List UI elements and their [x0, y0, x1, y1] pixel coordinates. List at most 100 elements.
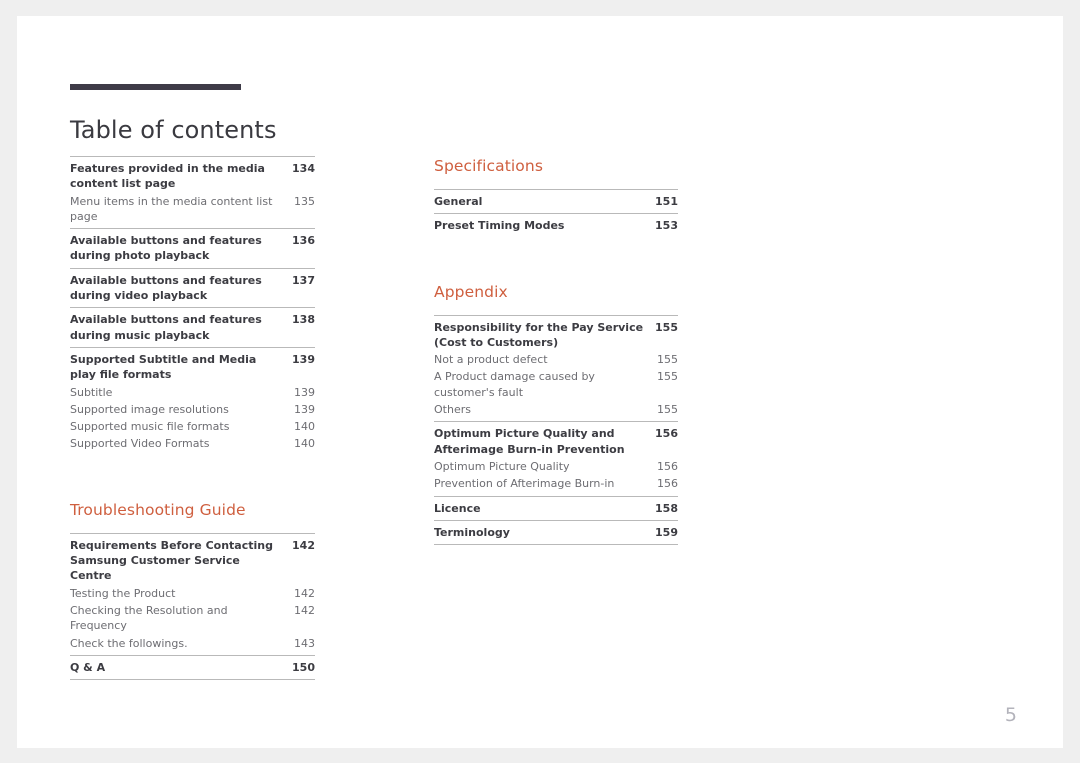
- toc-group: Features provided in the media content l…: [70, 156, 315, 228]
- toc-entry-page-number: 138: [292, 313, 315, 327]
- vertical-spacer: [434, 238, 678, 282]
- toc-entry-label: Terminology: [434, 525, 510, 539]
- toc-entry-page-number: 142: [292, 538, 315, 552]
- toc-group: Supported Subtitle and Media play file f…: [70, 346, 315, 456]
- toc-entry-label: Menu items in the media content list pag…: [70, 194, 273, 223]
- toc-entry-page-number: 156: [657, 459, 678, 473]
- toc-entry-optimum-picture-quality[interactable]: Optimum Picture Quality 156: [434, 458, 678, 475]
- toc-entry-label: Optimum Picture Quality and Afterimage B…: [434, 427, 625, 456]
- section-heading-specifications: Specifications: [434, 157, 543, 175]
- toc-entry-label: Requirements Before Contacting Samsung C…: [70, 538, 273, 583]
- toc-entry-subtitle[interactable]: Subtitle 139: [70, 384, 315, 401]
- toc-entry-label: Available buttons and features during vi…: [70, 273, 262, 303]
- toc-entry-not-a-product-defect[interactable]: Not a product defect 155: [434, 351, 678, 368]
- toc-entry-page-number: 137: [292, 273, 315, 287]
- toc-entry-general[interactable]: General 151: [434, 193, 678, 210]
- toc-entry-checking-the-resolution-and-frequency[interactable]: Checking the Resolution and Frequency 142: [70, 602, 315, 635]
- toc-entry-label: Checking the Resolution and Frequency: [70, 603, 228, 633]
- toc-entry-page-number: 140: [294, 420, 315, 434]
- page-number: 5: [1004, 704, 1017, 726]
- toc-entry-page-number: 159: [655, 525, 678, 539]
- title-rule-decoration: [70, 84, 241, 90]
- toc-entry-page-number: 155: [657, 353, 678, 367]
- toc-entry-page-number: 139: [294, 402, 315, 416]
- toc-group: Requirements Before Contacting Samsung C…: [70, 532, 315, 655]
- toc-entry-features-provided-in-the-media-content-lis[interactable]: Features provided in the media content l…: [70, 160, 315, 193]
- toc-entry-page-number: 140: [294, 437, 315, 451]
- toc-group: Terminology 159: [434, 519, 678, 546]
- toc-entry-label: Subtitle: [70, 385, 113, 399]
- toc-entry-page-number: 135: [294, 194, 315, 208]
- toc-entry-page-number: 136: [292, 234, 315, 248]
- toc-entry-prevention-of-afterimage-burn-in[interactable]: Prevention of Afterimage Burn-in 156: [434, 475, 678, 492]
- toc-entry-page-number: 134: [292, 162, 315, 175]
- document-page: Table of contents Features provided in t…: [17, 16, 1063, 748]
- heading-gap: [434, 302, 678, 315]
- toc-entry-page-number: 156: [657, 477, 678, 491]
- toc-group: Available buttons and features during vi…: [70, 267, 315, 308]
- toc-entry-menu-items-in-the-media-content-list-page[interactable]: Menu items in the media content list pag…: [70, 193, 315, 226]
- toc-entry-testing-the-product[interactable]: Testing the Product 142: [70, 585, 315, 602]
- toc-group: Licence 158: [434, 495, 678, 520]
- toc-group: Available buttons and features during ph…: [70, 228, 315, 268]
- heading-gap: [70, 520, 315, 533]
- page-title: Table of contents: [70, 116, 277, 145]
- toc-entry-available-buttons-and-features-during-phot[interactable]: Available buttons and features during ph…: [70, 232, 315, 265]
- toc-group: Preset Timing Modes 153: [434, 213, 678, 237]
- toc-entry-page-number: 155: [657, 403, 678, 417]
- heading-gap: [434, 176, 678, 189]
- toc-group: Responsibility for the Pay Service (Cost…: [434, 314, 678, 422]
- toc-entry-available-buttons-and-features-during-vide[interactable]: Available buttons and features during vi…: [70, 272, 315, 305]
- toc-group: General 151: [434, 189, 678, 213]
- toc-entry-label: Features provided in the media content l…: [70, 162, 265, 191]
- toc-entry-optimum-picture-quality-and-afterimage-bur[interactable]: Optimum Picture Quality and Afterimage B…: [434, 425, 678, 458]
- toc-entry-terminology[interactable]: Terminology 159: [434, 524, 678, 541]
- toc-entry-label: A Product damage caused by customer's fa…: [434, 370, 595, 399]
- toc-entry-label: Optimum Picture Quality: [434, 459, 570, 473]
- toc-entry-supported-video-formats[interactable]: Supported Video Formats 140: [70, 435, 315, 452]
- toc-entry-label: Supported Video Formats: [70, 437, 210, 451]
- toc-entry-q-a[interactable]: Q & A 150: [70, 659, 315, 676]
- toc-entry-licence[interactable]: Licence 158: [434, 500, 678, 517]
- toc-entry-label: Prevention of Afterimage Burn-in: [434, 477, 615, 491]
- toc-entry-label: Available buttons and features during mu…: [70, 313, 262, 342]
- toc-entry-page-number: 158: [655, 501, 678, 515]
- toc-entry-others[interactable]: Others 155: [434, 401, 678, 418]
- toc-column-right: Specifications General 151 Preset Timing Mo…: [434, 156, 678, 546]
- toc-entry-page-number: 153: [655, 219, 678, 233]
- toc-entry-requirements-before-contacting-samsung-cus[interactable]: Requirements Before Contacting Samsung C…: [70, 537, 315, 585]
- toc-entry-label: Supported image resolutions: [70, 402, 229, 416]
- toc-entry-label: Licence: [434, 501, 481, 515]
- toc-entry-label: Not a product defect: [434, 353, 548, 367]
- toc-entry-page-number: 155: [655, 320, 678, 334]
- toc-entry-label: Supported Subtitle and Media play file f…: [70, 352, 257, 382]
- toc-entry-responsibility-for-the-pay-service-cost-to[interactable]: Responsibility for the Pay Service (Cost…: [434, 319, 678, 352]
- toc-entry-page-number: 139: [292, 352, 315, 366]
- toc-entry-supported-music-file-formats[interactable]: Supported music file formats 140: [70, 418, 315, 435]
- toc-entry-page-number: 156: [655, 427, 678, 441]
- toc-entry-label: Supported music file formats: [70, 420, 230, 434]
- toc-entry-label: Testing the Product: [70, 586, 176, 600]
- toc-entry-label: Available buttons and features during ph…: [70, 234, 262, 263]
- toc-entry-supported-subtitle-and-media-play-file-for[interactable]: Supported Subtitle and Media play file f…: [70, 351, 315, 384]
- toc-entry-preset-timing-modes[interactable]: Preset Timing Modes 153: [434, 217, 678, 234]
- toc-column-left: Features provided in the media content l…: [70, 156, 315, 681]
- toc-entry-page-number: 142: [294, 603, 315, 617]
- toc-entry-label: Preset Timing Modes: [434, 219, 565, 233]
- toc-group: Optimum Picture Quality and Afterimage B…: [434, 421, 678, 495]
- toc-entry-label: Check the followings.: [70, 636, 188, 650]
- section-heading-troubleshooting-guide: Troubleshooting Guide: [70, 500, 246, 519]
- toc-entry-page-number: 139: [294, 385, 315, 399]
- toc-entry-check-the-followings[interactable]: Check the followings. 143: [70, 635, 315, 652]
- toc-entry-label: Q & A: [70, 660, 106, 674]
- toc-entry-a-product-damage-caused-by-customer-s-faul[interactable]: A Product damage caused by customer's fa…: [434, 368, 678, 401]
- toc-entry-page-number: 151: [655, 195, 678, 208]
- toc-entry-supported-image-resolutions[interactable]: Supported image resolutions 139: [70, 401, 315, 418]
- toc-entry-label: General: [434, 195, 483, 208]
- toc-entry-label: Others: [434, 403, 471, 417]
- toc-entry-available-buttons-and-features-during-musi[interactable]: Available buttons and features during mu…: [70, 311, 315, 344]
- vertical-spacer: [70, 456, 315, 500]
- toc-group: Available buttons and features during mu…: [70, 307, 315, 347]
- toc-entry-page-number: 142: [294, 586, 315, 600]
- section-heading-appendix: Appendix: [434, 282, 508, 301]
